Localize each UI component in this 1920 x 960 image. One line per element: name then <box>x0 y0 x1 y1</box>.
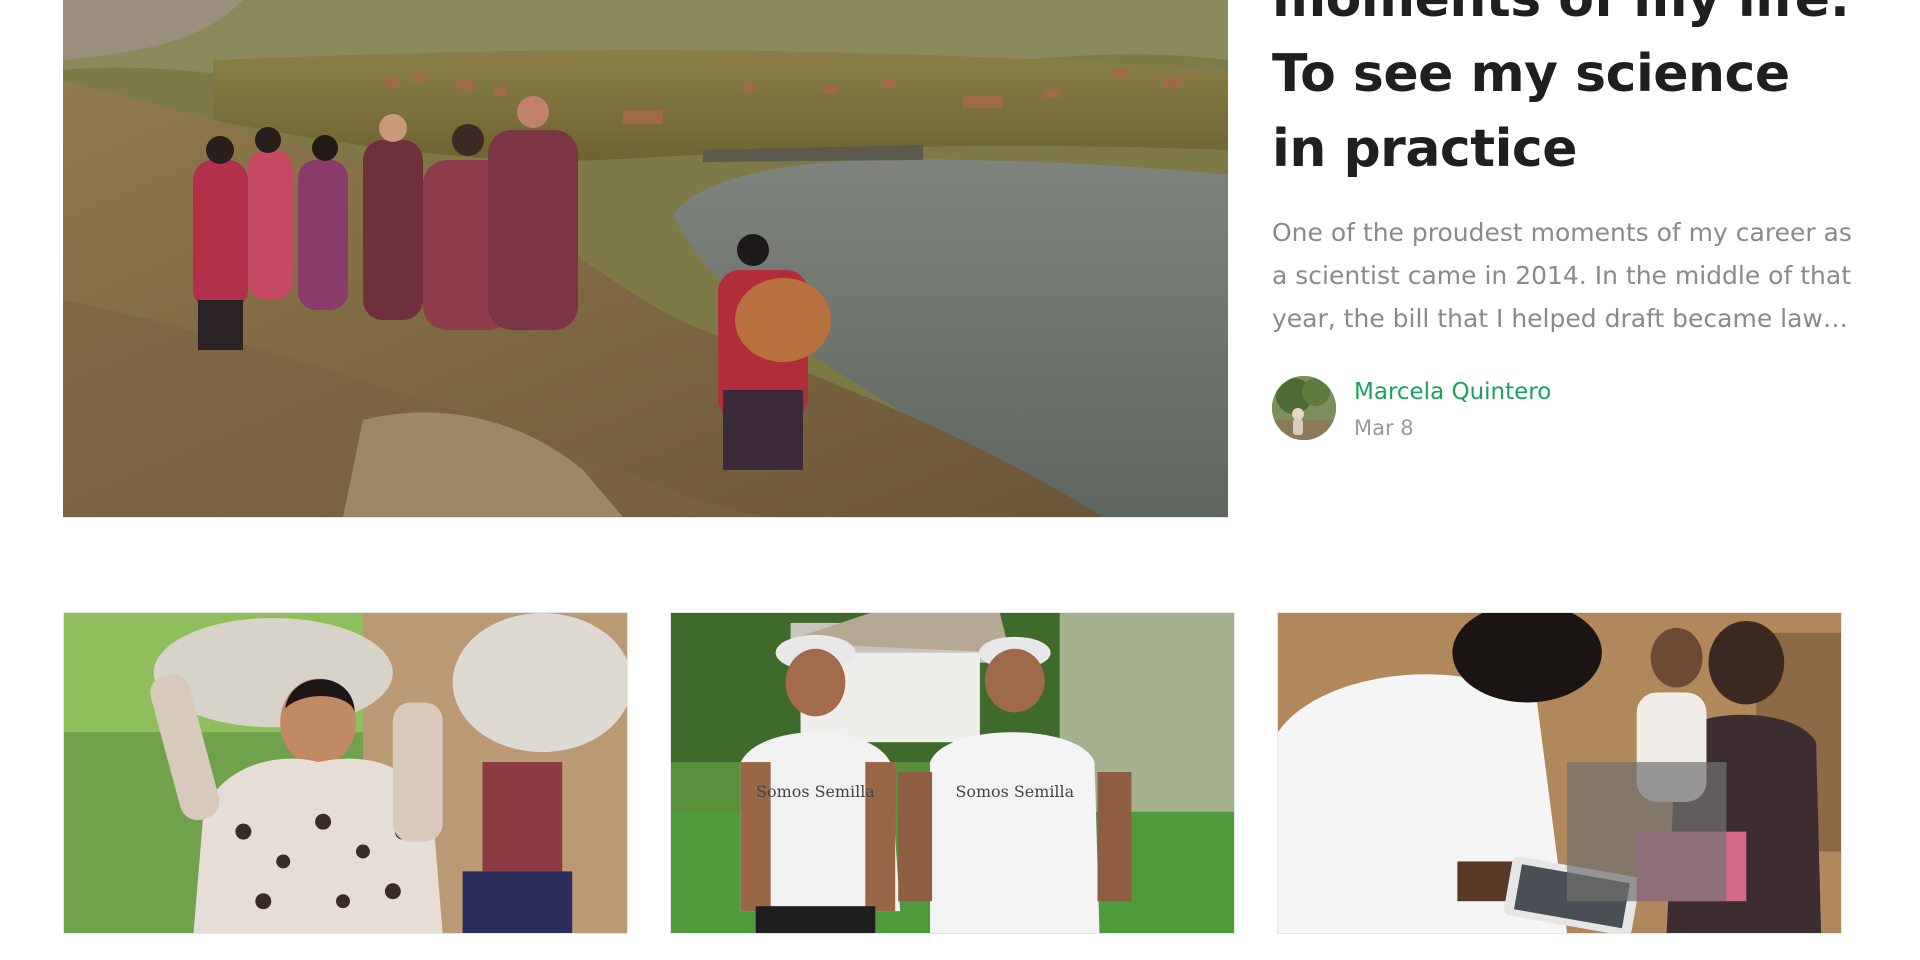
avatar-photo <box>1272 376 1336 440</box>
card-image-3[interactable] <box>1277 612 1842 934</box>
post-date: Mar 8 <box>1354 416 1414 440</box>
hero-photo <box>63 0 1228 517</box>
hero-image[interactable] <box>63 0 1228 518</box>
author-name-link[interactable]: Marcela Quintero <box>1354 377 1551 407</box>
two-farmers-somos-semilla-photo: Somos Semilla Somos Semilla <box>671 613 1234 933</box>
author-row: Marcela Quintero Mar 8 <box>1272 376 1892 442</box>
hero-excerpt[interactable]: One of the proudest moments of my career… <box>1272 211 1852 340</box>
card-image-1[interactable] <box>63 612 628 934</box>
author-meta: Marcela Quintero Mar 8 <box>1354 376 1551 442</box>
hero-title[interactable]: moments of my life: To see my science in… <box>1272 0 1892 187</box>
shirt-text-2: Somos Semilla <box>955 782 1074 801</box>
women-with-tablet-photo <box>1278 613 1841 933</box>
author-avatar[interactable] <box>1272 376 1336 440</box>
woman-carrying-sack-photo <box>64 613 627 933</box>
hero-text: moments of my life: To see my science in… <box>1272 0 1892 442</box>
shirt-text-1: Somos Semilla <box>756 782 875 801</box>
page: moments of my life: To see my science in… <box>0 0 1920 960</box>
card-image-2[interactable]: Somos Semilla Somos Semilla <box>670 612 1235 934</box>
